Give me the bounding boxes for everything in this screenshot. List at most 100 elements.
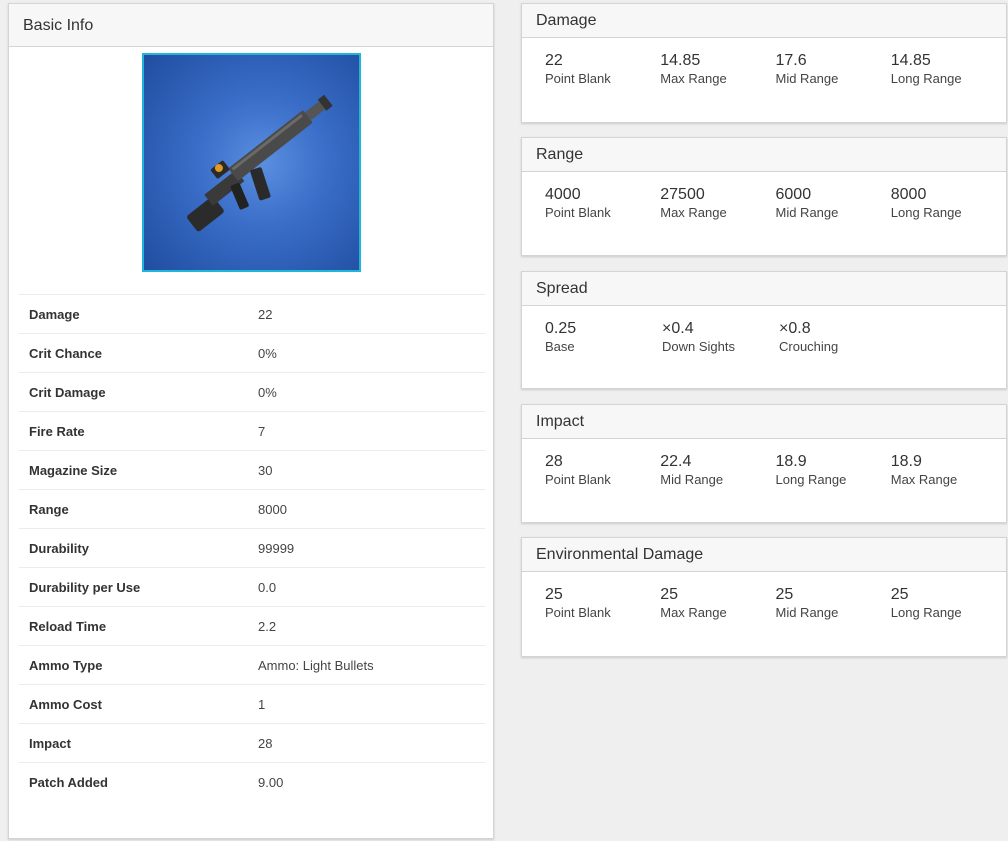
stat-cell: 28 Point Blank xyxy=(545,453,660,489)
stat-cell-label: Max Range xyxy=(890,472,958,487)
weapon-image xyxy=(142,53,361,272)
stat-cell-value: 22 xyxy=(545,52,563,69)
stat-value: 9.00 xyxy=(258,774,284,790)
stat-cell: 6000 Mid Range xyxy=(776,186,891,222)
stat-cell: 17.6 Mid Range xyxy=(776,52,891,88)
stat-cell-label: Max Range xyxy=(660,71,727,86)
stat-value: Ammo: Light Bullets xyxy=(258,657,374,673)
stat-cell-label: Point Blank xyxy=(545,205,611,220)
range-panel: Range 4000 Point Blank 27500 Max Range 6000 M… xyxy=(521,137,1007,256)
stat-cell: 4000 Point Blank xyxy=(545,186,660,222)
stat-row: Durability per Use 0.0 xyxy=(19,567,485,607)
stat-cell: ×0.8 Crouching xyxy=(779,320,896,356)
stat-cell-label: Mid Range xyxy=(775,205,839,220)
stat-cell-label: Long Range xyxy=(890,205,962,220)
range-values: 4000 Point Blank 27500 Max Range 6000 Mid Ran… xyxy=(522,172,1006,222)
stat-value: 0% xyxy=(258,384,277,400)
stat-cell-label: Long Range xyxy=(775,472,847,487)
stat-label: Ammo Cost xyxy=(29,696,102,712)
stat-cell-label: Mid Range xyxy=(660,472,724,487)
stat-label: Crit Damage xyxy=(29,384,106,400)
stat-row: Patch Added 9.00 xyxy=(19,762,485,802)
environmental-damage-title: Environmental Damage xyxy=(522,538,1006,572)
stat-row: Reload Time 2.2 xyxy=(19,606,485,646)
stat-row: Crit Damage 0% xyxy=(19,372,485,412)
stat-row: Fire Rate 7 xyxy=(19,411,485,451)
stat-label: Crit Chance xyxy=(29,345,102,361)
stat-cell-label: Point Blank xyxy=(545,472,611,487)
stat-cell: 25 Max Range xyxy=(660,586,775,622)
environmental-damage-values: 25 Point Blank 25 Max Range 25 Mid Range 25 Lon… xyxy=(522,572,1006,622)
stat-cell: 22.4 Mid Range xyxy=(660,453,775,489)
impact-title: Impact xyxy=(522,405,1006,439)
stat-label: Magazine Size xyxy=(29,462,118,478)
stat-label: Reload Time xyxy=(29,618,107,634)
stat-cell-value: 25 xyxy=(660,586,679,603)
stat-row: Ammo Type Ammo: Light Bullets xyxy=(19,645,485,685)
stat-label: Damage xyxy=(29,306,80,322)
stat-row: Range 8000 xyxy=(19,489,485,529)
stat-cell-value: ×0.8 xyxy=(779,320,811,337)
damage-title: Damage xyxy=(522,4,1006,38)
stat-cell: 25 Mid Range xyxy=(776,586,891,622)
stat-cell-value: 6000 xyxy=(775,186,812,203)
stat-cell-value: 0.25 xyxy=(545,320,577,337)
environmental-damage-panel: Environmental Damage 25 Point Blank 25 Max … xyxy=(521,537,1007,657)
stat-cell: 14.85 Max Range xyxy=(660,52,775,88)
stat-cell: 22 Point Blank xyxy=(545,52,660,88)
stat-value: 99999 xyxy=(258,540,295,556)
stat-label: Durability per Use xyxy=(29,579,141,595)
stat-value: 0% xyxy=(258,345,277,361)
stat-row: Damage 22 xyxy=(19,294,485,334)
stat-cell-value: 14.85 xyxy=(660,52,701,69)
stat-cell-label: Down Sights xyxy=(662,339,735,354)
spread-title: Spread xyxy=(522,272,1006,306)
stat-cell-label: Mid Range xyxy=(775,605,839,620)
stat-cell-value: 25 xyxy=(890,586,909,603)
stat-cell-value: 25 xyxy=(545,586,563,603)
stat-cell-value: 14.85 xyxy=(890,52,931,69)
stat-row: Ammo Cost 1 xyxy=(19,684,485,724)
stat-cell: 25 Long Range xyxy=(891,586,1006,622)
stat-cell: 18.9 Long Range xyxy=(776,453,891,489)
spread-panel: Spread 0.25 Base ×0.4 Down Sights ×0.8 Crouch… xyxy=(521,271,1007,389)
stat-label: Durability xyxy=(29,540,89,556)
stat-cell-label: Crouching xyxy=(779,339,839,354)
range-title: Range xyxy=(522,138,1006,172)
stat-value: 28 xyxy=(258,735,273,751)
stat-cell: 25 Point Blank xyxy=(545,586,660,622)
stat-cell: ×0.4 Down Sights xyxy=(662,320,779,356)
stat-cell: 27500 Max Range xyxy=(660,186,775,222)
stat-label: Range xyxy=(29,501,69,517)
stat-label: Ammo Type xyxy=(29,657,103,673)
basic-info-title: Basic Info xyxy=(9,4,493,47)
stat-cell-value: 28 xyxy=(545,453,563,470)
stat-value: 1 xyxy=(258,696,266,712)
stat-cell-value: 25 xyxy=(775,586,794,603)
stat-row: Crit Chance 0% xyxy=(19,333,485,373)
stat-cell-value: 18.9 xyxy=(890,453,922,470)
stat-cell-value: 17.6 xyxy=(775,52,807,69)
spread-values: 0.25 Base ×0.4 Down Sights ×0.8 Crouching xyxy=(522,306,1006,356)
stat-cell-value: 18.9 xyxy=(775,453,807,470)
stat-cell-value: ×0.4 xyxy=(662,320,694,337)
stat-cell-label: Base xyxy=(545,339,575,354)
impact-panel: Impact 28 Point Blank 22.4 Mid Range 18.9 Lon… xyxy=(521,404,1007,523)
stats-table: Damage 22 Crit Chance 0% Crit Damage 0% Fire R… xyxy=(19,294,485,802)
stat-cell-label: Long Range xyxy=(890,71,962,86)
stat-cell-value: 8000 xyxy=(890,186,927,203)
stat-cell-label: Max Range xyxy=(660,205,727,220)
stat-cell: 0.25 Base xyxy=(545,320,662,356)
stat-cell: 8000 Long Range xyxy=(891,186,1006,222)
damage-values: 22 Point Blank 14.85 Max Range 17.6 Mid Range… xyxy=(522,38,1006,88)
stat-value: 8000 xyxy=(258,501,287,517)
stat-label: Patch Added xyxy=(29,774,108,790)
stat-row: Durability 99999 xyxy=(19,528,485,568)
stat-cell-label: Long Range xyxy=(890,605,962,620)
stat-label: Impact xyxy=(29,735,71,751)
stat-row: Impact 28 xyxy=(19,723,485,763)
stat-value: 0.0 xyxy=(258,579,277,595)
stat-cell-value: 22.4 xyxy=(660,453,692,470)
stat-cell: 14.85 Long Range xyxy=(891,52,1006,88)
stat-cell-label: Max Range xyxy=(660,605,727,620)
